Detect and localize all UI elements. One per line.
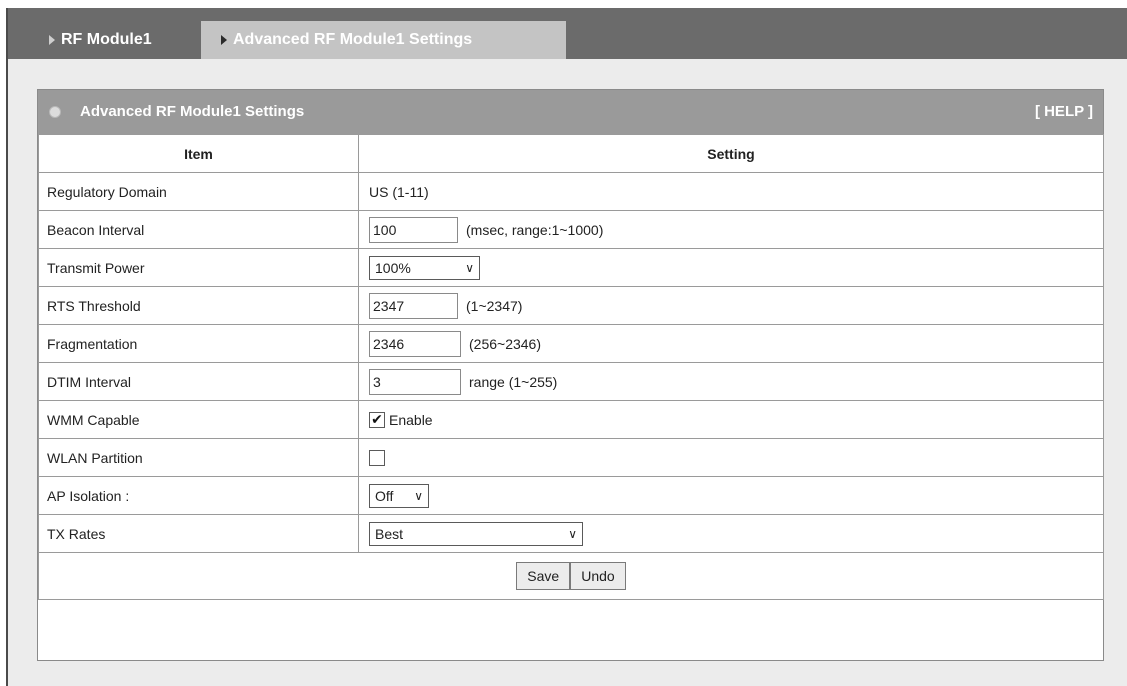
beacon-interval-hint: (msec, range:1~1000) [466, 221, 604, 238]
row-beacon-interval: Beacon Interval (msec, range:1~1000) [38, 210, 1104, 249]
ap-isolation-select[interactable]: Off ∨ [369, 483, 429, 508]
tx-rates-selected: Best [375, 525, 404, 542]
rts-threshold-setting: (1~2347) [358, 286, 1104, 325]
wlan-partition-checkbox[interactable] [369, 449, 385, 466]
row-wmm-capable: WMM Capable ✔ Enable [38, 400, 1104, 439]
wlan-partition-setting [358, 438, 1104, 477]
row-rts-threshold: RTS Threshold (1~2347) [38, 286, 1104, 325]
wlan-partition-label: WLAN Partition [38, 438, 359, 477]
fragmentation-label: Fragmentation [38, 324, 359, 363]
ap-isolation-label: AP Isolation : [38, 476, 359, 515]
dtim-interval-label: DTIM Interval [38, 362, 359, 401]
chevron-down-icon: ∨ [568, 526, 577, 541]
settings-panel: Advanced RF Module1 Settings [ HELP ] It… [37, 89, 1104, 661]
row-wlan-partition: WLAN Partition [38, 438, 1104, 477]
tab-rf-module1[interactable]: RF Module1 [37, 21, 201, 59]
column-header-setting: Setting [358, 134, 1104, 173]
wmm-capable-setting: ✔ Enable [358, 400, 1104, 439]
beacon-interval-input[interactable] [369, 216, 458, 243]
settings-table: Item Setting Regulatory Domain US (1-11)… [38, 134, 1104, 600]
row-dtim-interval: DTIM Interval range (1~255) [38, 362, 1104, 401]
dtim-interval-hint: range (1~255) [469, 373, 558, 390]
tab-arrow-icon [221, 35, 227, 45]
tx-rates-label: TX Rates [38, 514, 359, 553]
tab-rf-module1-label: RF Module1 [61, 31, 152, 48]
button-bar: Save Undo [39, 553, 1103, 599]
panel-header: Advanced RF Module1 Settings [ HELP ] [38, 90, 1103, 134]
regulatory-domain-label: Regulatory Domain [38, 172, 359, 211]
row-tx-rates: TX Rates Best ∨ [38, 514, 1104, 553]
wmm-enable-label: Enable [389, 411, 433, 428]
fragmentation-hint: (256~2346) [469, 335, 542, 352]
help-link[interactable]: [ HELP ] [1035, 103, 1093, 120]
tab-advanced-settings-label: Advanced RF Module1 Settings [233, 31, 473, 48]
tx-rates-select[interactable]: Best ∨ [369, 521, 583, 546]
rts-threshold-hint: (1~2347) [466, 297, 523, 314]
row-buttons: Save Undo [38, 552, 1104, 600]
ap-isolation-selected: Off [375, 487, 394, 504]
panel-title: Advanced RF Module1 Settings [80, 103, 305, 120]
save-button[interactable]: Save [516, 562, 571, 590]
chevron-down-icon: ∨ [414, 488, 423, 503]
dtim-interval-setting: range (1~255) [358, 362, 1104, 401]
rts-threshold-label: RTS Threshold [38, 286, 359, 325]
chevron-down-icon: ∨ [465, 260, 474, 275]
dtim-interval-input[interactable] [369, 368, 461, 395]
transmit-power-label: Transmit Power [38, 248, 359, 287]
undo-button[interactable]: Undo [570, 562, 626, 590]
button-cell: Save Undo [38, 552, 1104, 600]
fragmentation-setting: (256~2346) [358, 324, 1104, 363]
row-transmit-power: Transmit Power 100% ∨ [38, 248, 1104, 287]
transmit-power-selected: 100% [375, 259, 411, 276]
transmit-power-setting: 100% ∨ [358, 248, 1104, 287]
tab-arrow-icon [49, 35, 55, 45]
fragmentation-input[interactable] [369, 330, 461, 357]
beacon-interval-setting: (msec, range:1~1000) [358, 210, 1104, 249]
transmit-power-select[interactable]: 100% ∨ [369, 255, 480, 280]
row-ap-isolation: AP Isolation : Off ∨ [38, 476, 1104, 515]
top-tab-bar: RF Module1 Advanced RF Module1 Settings [8, 8, 1127, 59]
beacon-interval-label: Beacon Interval [38, 210, 359, 249]
tab-advanced-settings[interactable]: Advanced RF Module1 Settings [201, 21, 566, 59]
panel-bullet-icon [49, 106, 61, 118]
ap-isolation-setting: Off ∨ [358, 476, 1104, 515]
table-header-row: Item Setting [38, 134, 1104, 173]
tx-rates-setting: Best ∨ [358, 514, 1104, 553]
rts-threshold-input[interactable] [369, 292, 458, 319]
column-header-item: Item [38, 134, 359, 173]
row-fragmentation: Fragmentation (256~2346) [38, 324, 1104, 363]
row-regulatory-domain: Regulatory Domain US (1-11) [38, 172, 1104, 211]
regulatory-domain-value: US (1-11) [358, 172, 1104, 211]
wmm-capable-label: WMM Capable [38, 400, 359, 439]
checkmark-icon: ✔ [371, 411, 383, 428]
wmm-capable-checkbox[interactable]: ✔ [369, 411, 385, 428]
